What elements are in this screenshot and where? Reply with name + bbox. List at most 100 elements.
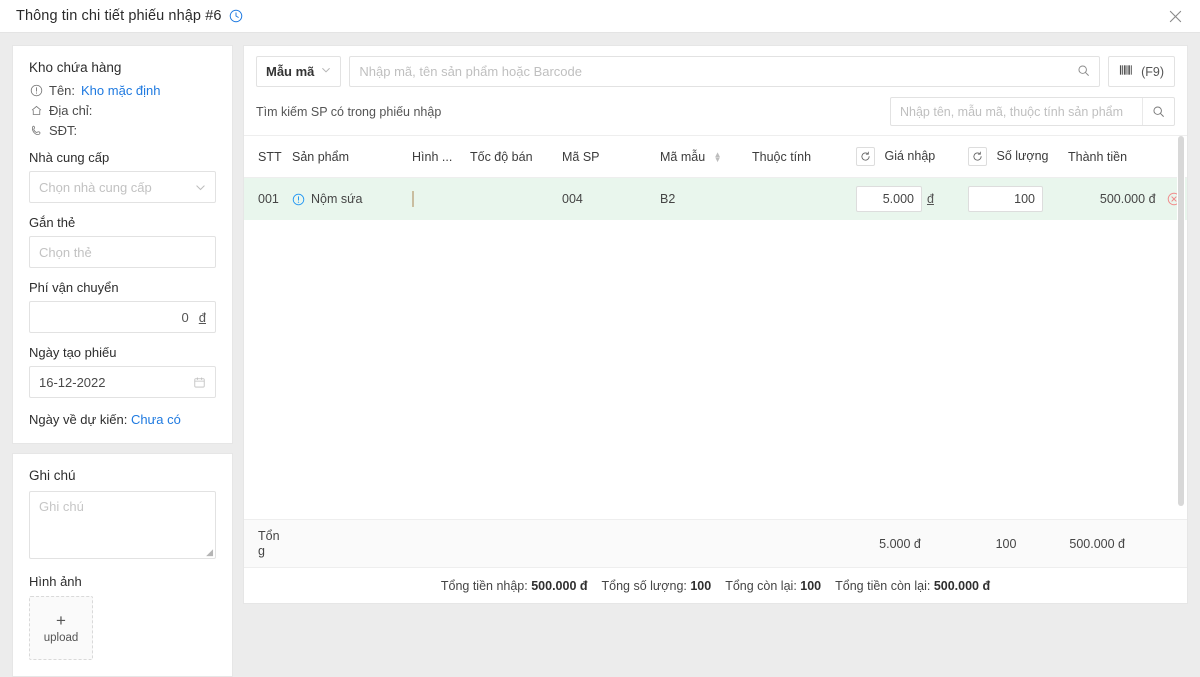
table-scrollbar[interactable] bbox=[1177, 136, 1185, 506]
summary-total-remaining-money: Tổng tiền còn lại: 500.000 đ bbox=[835, 579, 990, 593]
chevron-down-icon bbox=[321, 65, 331, 78]
summary-bar: Tổng tiền nhập: 500.000 đ Tổng số lượng:… bbox=[244, 567, 1187, 603]
left-panel: Kho chứa hàng Tên: Kho mặc định Địa chỉ:… bbox=[12, 45, 233, 677]
summary-total-qty-value: 100 bbox=[690, 578, 712, 593]
col-quantity: Số lượng bbox=[962, 136, 1062, 178]
page-body: Kho chứa hàng Tên: Kho mặc định Địa chỉ:… bbox=[0, 33, 1200, 677]
table-scrollbar-thumb[interactable] bbox=[1178, 136, 1184, 506]
close-icon[interactable] bbox=[1164, 5, 1186, 27]
shipping-fee-value: 0 bbox=[181, 309, 189, 325]
refresh-price-icon[interactable] bbox=[856, 147, 875, 166]
phone-icon bbox=[29, 124, 43, 138]
warehouse-address-row: Địa chỉ: bbox=[29, 103, 216, 118]
tag-label: Gắn thẻ bbox=[29, 215, 76, 230]
col-product-code: Mã SP bbox=[556, 136, 654, 178]
import-price-unit: đ bbox=[927, 192, 934, 206]
summary-total-remaining-money-value: 500.000 đ bbox=[933, 578, 991, 593]
images-label: Hình ảnh bbox=[29, 574, 82, 589]
totals-label: Tổng bbox=[258, 528, 280, 558]
summary-total-remaining-money-label: Tổng tiền còn lại: bbox=[835, 578, 931, 593]
totals-amount: 500.000 đ bbox=[1069, 536, 1125, 551]
tag-placeholder: Chọn thẻ bbox=[39, 244, 92, 260]
cell-image bbox=[406, 178, 464, 221]
note-card: Ghi chú ◢ Hình ảnh + upload bbox=[12, 453, 233, 677]
cell-quantity: 100 bbox=[962, 178, 1062, 221]
refresh-quantity-icon[interactable] bbox=[968, 147, 987, 166]
col-attributes: Thuộc tính bbox=[746, 136, 850, 178]
col-image: Hình ... bbox=[406, 136, 464, 178]
created-date-value: 16-12-2022 bbox=[39, 374, 106, 390]
barcode-f9-label: (F9) bbox=[1141, 64, 1164, 79]
chevron-down-icon bbox=[195, 182, 206, 193]
sort-arrows-icon[interactable]: ▲ ▼ bbox=[714, 151, 722, 164]
created-date-input[interactable]: 16-12-2022 bbox=[29, 366, 216, 398]
col-quantity-label: Số lượng bbox=[996, 148, 1049, 163]
products-table-area: STT Sản phẩm Hình ... Tốc độ bán Mã SP M… bbox=[244, 135, 1187, 519]
product-name: Nộm sứa bbox=[311, 192, 363, 206]
warehouse-heading: Kho chứa hàng bbox=[29, 60, 122, 75]
table-row[interactable]: 001 Nộm sứa 004 B2 5.000 đ 100 500.000 đ bbox=[244, 177, 1187, 221]
warehouse-phone-row: SĐT: bbox=[29, 123, 216, 138]
tag-select[interactable]: Chọn thẻ bbox=[29, 236, 216, 268]
col-product: Sản phẩm bbox=[286, 136, 406, 178]
warehouse-name-link[interactable]: Kho mặc định bbox=[81, 83, 161, 98]
expected-date-label: Ngày về dự kiến: bbox=[29, 412, 128, 427]
clock-icon bbox=[229, 9, 243, 23]
import-price-input[interactable]: 5.000 bbox=[856, 186, 922, 212]
supplier-placeholder: Chọn nhà cung cấp bbox=[39, 179, 152, 195]
home-icon bbox=[29, 104, 43, 118]
in-receipt-search-label: Tìm kiếm SP có trong phiếu nhập bbox=[256, 104, 442, 119]
summary-total-remaining-value: 100 bbox=[800, 578, 822, 593]
col-import-price: Giá nhập bbox=[850, 136, 962, 178]
in-receipt-search-placeholder: Nhập tên, mẫu mã, thuộc tính sản phẩm bbox=[900, 104, 1124, 119]
totals-quantity: 100 bbox=[995, 536, 1017, 551]
barcode-search-placeholder: Nhập mã, tên sản phẩm hoặc Barcode bbox=[359, 64, 582, 79]
col-stt: STT bbox=[244, 136, 286, 178]
summary-total-import-value: 500.000 đ bbox=[531, 578, 588, 593]
right-panel: Mẫu mã Nhập mã, tên sản phẩm hoặc Barcod… bbox=[243, 45, 1188, 604]
summary-total-remaining: Tổng còn lại: 100 bbox=[725, 579, 821, 593]
in-receipt-search-bar: Tìm kiếm SP có trong phiếu nhập Nhập tên… bbox=[244, 97, 1187, 135]
plus-icon: + bbox=[56, 611, 66, 630]
expected-date-value[interactable]: Chưa có bbox=[131, 412, 181, 427]
info-circle-icon bbox=[29, 84, 43, 98]
supplier-select[interactable]: Chọn nhà cung cấp bbox=[29, 171, 216, 203]
warehouse-card: Kho chứa hàng Tên: Kho mặc định Địa chỉ:… bbox=[12, 45, 233, 444]
in-receipt-search-field[interactable]: Nhập tên, mẫu mã, thuộc tính sản phẩm bbox=[890, 97, 1175, 126]
upload-image-button[interactable]: + upload bbox=[29, 596, 93, 660]
cell-stt: 001 bbox=[258, 192, 279, 206]
expected-date-row: Ngày về dự kiến: Chưa có bbox=[29, 412, 216, 427]
warehouse-name-row: Tên: Kho mặc định bbox=[29, 83, 216, 98]
cell-amount: 500.000 đ bbox=[1062, 178, 1187, 221]
shipping-fee-input[interactable]: 0 đ bbox=[29, 301, 216, 333]
search-icon[interactable] bbox=[1077, 64, 1090, 80]
cell-import-price: 5.000 đ bbox=[850, 178, 962, 221]
search-icon[interactable] bbox=[1142, 98, 1174, 125]
model-type-select[interactable]: Mẫu mã bbox=[256, 56, 342, 87]
summary-total-qty-label: Tổng số lượng: bbox=[601, 578, 687, 593]
summary-total-qty: Tổng số lượng: 100 bbox=[602, 579, 712, 593]
note-input[interactable] bbox=[29, 491, 216, 559]
products-table: STT Sản phẩm Hình ... Tốc độ bán Mã SP M… bbox=[244, 136, 1187, 220]
totals-price: 5.000 đ bbox=[879, 536, 921, 551]
cell-product: Nộm sứa bbox=[286, 178, 406, 221]
barcode-scan-button[interactable]: (F9) bbox=[1108, 56, 1175, 87]
summary-total-import: Tổng tiền nhập: 500.000 đ bbox=[441, 579, 588, 593]
cell-sale-speed bbox=[464, 178, 556, 221]
summary-total-import-label: Tổng tiền nhập: bbox=[440, 578, 528, 593]
model-type-label: Mẫu mã bbox=[266, 64, 315, 79]
warehouse-address-label: Địa chỉ: bbox=[49, 103, 93, 118]
col-model-code[interactable]: Mã mẫu ▲ ▼ bbox=[654, 136, 746, 178]
product-info-icon[interactable] bbox=[292, 193, 305, 206]
quantity-input[interactable]: 100 bbox=[968, 186, 1043, 212]
window-title-bar: Thông tin chi tiết phiếu nhập #6 bbox=[0, 0, 1200, 33]
cell-model-code: B2 bbox=[660, 192, 676, 206]
note-textarea-wrap: ◢ bbox=[29, 491, 216, 562]
page-title: Thông tin chi tiết phiếu nhập #6 bbox=[16, 8, 222, 24]
cell-attributes bbox=[746, 178, 850, 221]
barcode-search-input[interactable]: Nhập mã, tên sản phẩm hoặc Barcode bbox=[349, 56, 1101, 87]
amount-value: 500.000 đ bbox=[1099, 191, 1156, 206]
cell-product-code: 004 bbox=[562, 192, 583, 206]
summary-total-remaining-label: Tổng còn lại: bbox=[725, 578, 797, 593]
product-thumbnail[interactable] bbox=[412, 191, 414, 207]
